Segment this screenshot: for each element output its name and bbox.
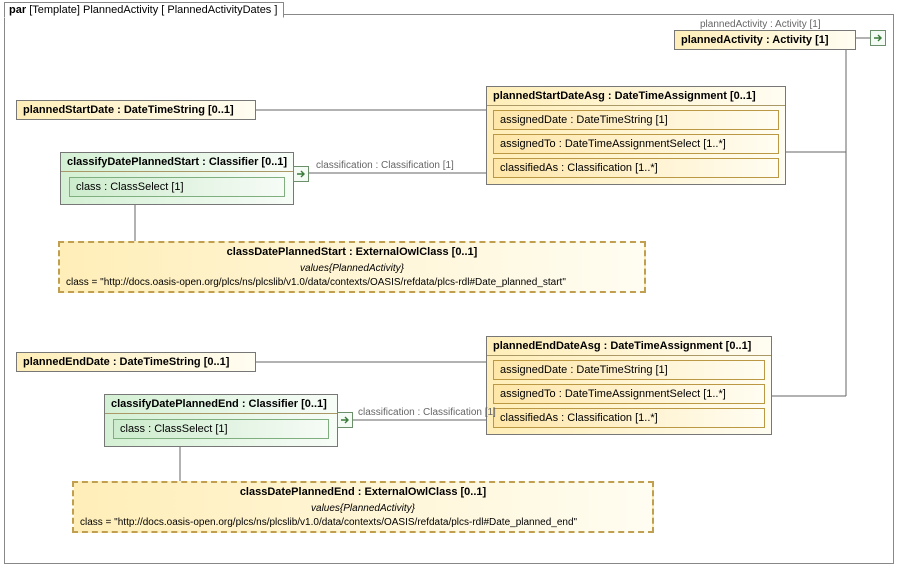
nav-icon[interactable]: [337, 412, 353, 428]
row-assignedto[interactable]: assignedTo : DateTimeAssignmentSelect [1…: [493, 384, 765, 404]
assoc-label-classification: classification : Classification [1]: [316, 160, 454, 171]
block-plannedactivity[interactable]: plannedActivity : Activity [1]: [674, 30, 856, 50]
note-caption: values{PlannedActivity}: [74, 501, 652, 514]
note-title: classDatePlannedEnd : ExternalOwlClass […: [74, 483, 652, 501]
nav-icon[interactable]: [293, 166, 309, 182]
note-caption: values{PlannedActivity}: [60, 261, 644, 274]
row-classifiedas[interactable]: classifiedAs : Classification [1..*]: [493, 158, 779, 178]
frame-title: [Template] PlannedActivity [ PlannedActi…: [29, 4, 277, 16]
row-assigneddate[interactable]: assignedDate : DateTimeString [1]: [493, 360, 765, 380]
diagram-frame-tab: par [Template] PlannedActivity [ Planned…: [4, 2, 284, 18]
block-title: classifyDatePlannedEnd : Classifier [0..…: [105, 395, 337, 414]
block-title: plannedStartDate : DateTimeString [0..1]: [17, 101, 255, 119]
row-assigneddate[interactable]: assignedDate : DateTimeString [1]: [493, 110, 779, 130]
row-classifiedas[interactable]: classifiedAs : Classification [1..*]: [493, 408, 765, 428]
block-plannedstartdateasg[interactable]: plannedStartDateAsg : DateTimeAssignment…: [486, 86, 786, 185]
row-class[interactable]: class : ClassSelect [1]: [69, 177, 285, 197]
frame-kind: par: [9, 4, 26, 16]
block-plannedenddateasg[interactable]: plannedEndDateAsg : DateTimeAssignment […: [486, 336, 772, 435]
block-title: classifyDatePlannedStart : Classifier [0…: [61, 153, 293, 172]
block-plannedstartdate[interactable]: plannedStartDate : DateTimeString [0..1]: [16, 100, 256, 120]
block-title: plannedEndDateAsg : DateTimeAssignment […: [487, 337, 771, 356]
nav-icon[interactable]: [870, 30, 886, 46]
note-value: class = "http://docs.oasis-open.org/plcs…: [60, 274, 644, 291]
block-title: plannedStartDateAsg : DateTimeAssignment…: [487, 87, 785, 106]
note-title: classDatePlannedStart : ExternalOwlClass…: [60, 243, 644, 261]
row-assignedto[interactable]: assignedTo : DateTimeAssignmentSelect [1…: [493, 134, 779, 154]
assoc-label-plannedactivity: plannedActivity : Activity [1]: [700, 19, 821, 30]
block-classifydateplannedstart[interactable]: classifyDatePlannedStart : Classifier [0…: [60, 152, 294, 205]
assoc-label-classification: classification : Classification [1]: [358, 407, 496, 418]
row-class[interactable]: class : ClassSelect [1]: [113, 419, 329, 439]
block-title: plannedActivity : Activity [1]: [675, 31, 855, 49]
note-value: class = "http://docs.oasis-open.org/plcs…: [74, 514, 652, 531]
note-classdateplannedstart[interactable]: classDatePlannedStart : ExternalOwlClass…: [58, 241, 646, 293]
note-classdateplannedend[interactable]: classDatePlannedEnd : ExternalOwlClass […: [72, 481, 654, 533]
block-classifydateplannedend[interactable]: classifyDatePlannedEnd : Classifier [0..…: [104, 394, 338, 447]
block-plannedenddate[interactable]: plannedEndDate : DateTimeString [0..1]: [16, 352, 256, 372]
block-title: plannedEndDate : DateTimeString [0..1]: [17, 353, 255, 371]
